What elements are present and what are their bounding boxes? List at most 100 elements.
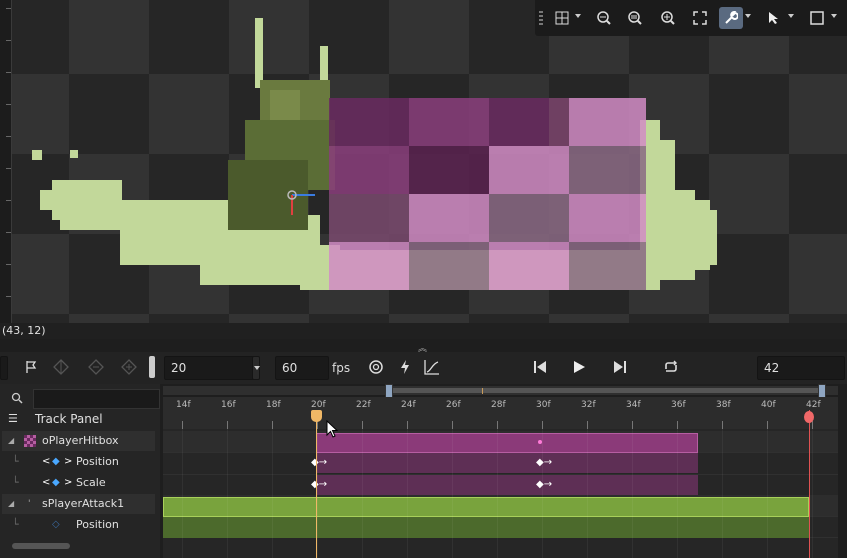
chevron-down-icon[interactable] [745, 14, 751, 18]
ruler-tick-mark [722, 421, 723, 429]
frame-ruler[interactable]: 14f 16f 18f 20f 22f 24f 26f 28f 30f 32f 34f 36f 38f 4… [163, 397, 838, 429]
ruler-tick-label: 40f [761, 400, 776, 410]
remove-keyframe-icon[interactable] [87, 358, 105, 376]
track-row-hitbox[interactable]: ◢ oPlayerHitbox [2, 431, 155, 451]
track-label: Position [76, 455, 119, 468]
end-marker-handle[interactable] [804, 411, 814, 423]
zoom-out-button[interactable] [592, 7, 616, 29]
chevron-down-icon[interactable] [788, 14, 794, 18]
keyframe-nav-icon[interactable]: > [64, 452, 72, 472]
collapse-triangle-icon[interactable]: ◢ [8, 431, 14, 451]
select-tool-button[interactable] [762, 7, 786, 29]
ruler-tick-mark [542, 421, 543, 429]
zoom-out-icon [597, 11, 611, 25]
zoom-reset-icon [628, 11, 642, 25]
grid-line [497, 429, 498, 558]
sprite-track-icon: ' [28, 499, 31, 509]
interpolation-toggle[interactable] [149, 356, 155, 378]
keyframe-icon[interactable]: ◆→ [536, 479, 552, 490]
toolbar-grip-icon[interactable] [539, 11, 543, 25]
ruler-tick-mark [812, 421, 813, 429]
skip-to-end-icon[interactable] [611, 358, 629, 376]
flag-icon[interactable] [22, 358, 40, 376]
grid-line [722, 429, 723, 558]
curve-graph-icon[interactable] [423, 358, 441, 376]
sprite-position-clip[interactable] [163, 517, 809, 538]
diamond-split-icon[interactable] [52, 358, 70, 376]
playhead-handle[interactable] [311, 410, 322, 422]
track-row-scale[interactable]: └ < ◆ > Scale [2, 473, 155, 493]
track-search-input[interactable] [33, 389, 160, 409]
loop-icon[interactable] [662, 358, 680, 376]
chevron-down-icon[interactable] [831, 14, 837, 18]
zoom-in-button[interactable] [656, 7, 680, 29]
current-frame-field[interactable]: 20 [164, 356, 254, 380]
range-playhead-marker [482, 388, 483, 394]
ruler-tick-mark [272, 421, 273, 429]
track-row-sprite-position[interactable]: └ ◇ Position [2, 515, 155, 535]
search-icon [10, 391, 24, 405]
ruler-tick-mark [677, 421, 678, 429]
track-label: oPlayerHitbox [42, 434, 119, 447]
tool-settings-button[interactable] [719, 7, 743, 29]
shape-tool-button[interactable] [805, 7, 829, 29]
tree-branch-icon: └ [12, 455, 19, 468]
keyframe-nav-icon[interactable]: < [42, 473, 50, 493]
sort-menu-icon[interactable]: ☰ [8, 409, 18, 429]
ruler-tick-label: 18f [266, 400, 281, 410]
room-viewport[interactable] [0, 0, 847, 323]
grid-line [587, 429, 588, 558]
track-lanes[interactable]: ◆→ ◆→ ◆→ ◆→ [163, 429, 838, 558]
ruler-tick-label: 28f [491, 400, 506, 410]
sprite-canvas[interactable] [0, 0, 847, 323]
vertical-ruler [0, 0, 12, 323]
track-list-scrollbar[interactable] [12, 543, 70, 549]
onion-skin-icon[interactable] [367, 358, 385, 376]
playback-speed-field[interactable]: 60 [275, 356, 329, 380]
keyframe-diamond-outline-icon[interactable]: ◇ [52, 515, 60, 535]
range-start-handle[interactable] [385, 384, 393, 398]
track-row-position[interactable]: └ < ◆ > Position [2, 452, 155, 472]
snail-head [228, 18, 335, 230]
end-marker-line [809, 410, 810, 558]
grid-line [632, 429, 633, 558]
keyframe-icon[interactable]: ◆→ [311, 479, 327, 490]
ruler-tick-mark [227, 421, 228, 429]
add-keyframe-icon[interactable] [120, 358, 138, 376]
ruler-tick-label: 42f [806, 400, 821, 410]
player-hitbox-overlay [329, 98, 646, 290]
hitbox-scale-clip[interactable] [316, 475, 698, 495]
frame-dropdown[interactable] [252, 356, 260, 380]
ruler-tick-label: 14f [176, 400, 191, 410]
ruler-tick-label: 38f [716, 400, 731, 410]
timeline-range-selection[interactable] [388, 388, 821, 393]
ruler-tick-label: 30f [536, 400, 551, 410]
ruler-tick-mark [452, 421, 453, 429]
skip-to-start-icon[interactable] [531, 358, 549, 376]
fullscreen-button[interactable] [688, 7, 712, 29]
keyframe-icon[interactable]: ◆→ [311, 457, 327, 468]
hitbox-position-clip[interactable] [316, 453, 698, 473]
grid-line [452, 429, 453, 558]
hitbox-clip[interactable] [316, 433, 698, 453]
play-icon[interactable] [570, 358, 588, 376]
track-row-sprite[interactable]: ◢ ' sPlayerAttack1 [2, 494, 155, 514]
collapse-triangle-icon[interactable]: ◢ [8, 494, 14, 514]
grid-toggle-button[interactable] [550, 7, 574, 29]
track-dropdown[interactable] [0, 356, 8, 380]
keyframe-diamond-icon[interactable]: ◆ [52, 452, 60, 472]
zoom-reset-button[interactable] [623, 7, 647, 29]
keyframe-diamond-icon[interactable]: ◆ [52, 473, 60, 493]
keyframe-icon[interactable]: ◆→ [536, 457, 552, 468]
chevron-down-icon[interactable] [575, 14, 581, 18]
tree-branch-icon: └ [12, 476, 19, 489]
ruler-tick-label: 26f [446, 400, 461, 410]
track-panel-header[interactable]: ☰ Track Panel [2, 409, 155, 429]
range-end-handle[interactable] [818, 384, 826, 398]
sprite-clip[interactable] [163, 497, 809, 517]
track-label: Scale [76, 476, 106, 489]
keyframe-nav-icon[interactable]: > [64, 473, 72, 493]
frame-count-field[interactable]: 42 [757, 356, 845, 380]
lightning-icon[interactable] [396, 358, 414, 376]
keyframe-nav-icon[interactable]: < [42, 452, 50, 472]
